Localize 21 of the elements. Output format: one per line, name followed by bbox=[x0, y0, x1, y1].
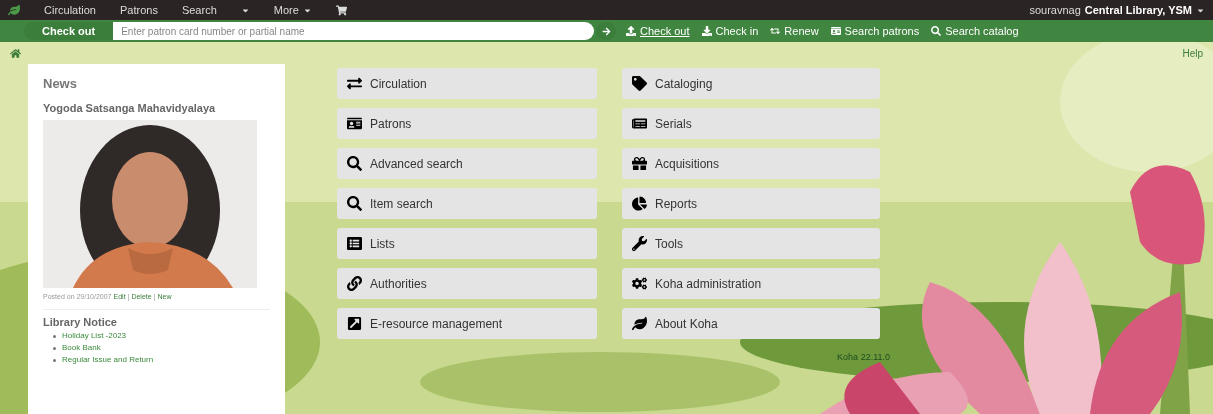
arrow-right-icon bbox=[601, 26, 611, 36]
toolbar-link[interactable]: Check out bbox=[626, 22, 690, 40]
toolbar-link[interactable]: Search catalog bbox=[931, 22, 1019, 40]
patron-search-field[interactable]: Enter patron card number or partial name bbox=[113, 22, 594, 40]
nav-menu[interactable]: Circulation bbox=[44, 1, 96, 19]
id-card-icon bbox=[830, 26, 841, 36]
toolbar-link[interactable]: Check in bbox=[701, 22, 759, 40]
logo-icon[interactable] bbox=[8, 4, 20, 16]
checkout-tab[interactable]: Check out bbox=[24, 22, 114, 40]
nav-menu[interactable]: Patrons bbox=[119, 1, 158, 19]
nav-menu[interactable]: Search bbox=[181, 1, 217, 19]
toolbar-link[interactable]: Renew bbox=[770, 22, 819, 40]
search-icon bbox=[931, 26, 942, 36]
toolbar-link[interactable]: Search patrons bbox=[830, 22, 920, 40]
renew-icon bbox=[770, 26, 781, 36]
cart-icon[interactable] bbox=[335, 4, 347, 16]
download-icon bbox=[701, 26, 712, 36]
submit-button[interactable] bbox=[596, 22, 616, 40]
nav-menu[interactable]: More bbox=[273, 1, 312, 19]
user-menu[interactable]: souravnag Central Library, YSM bbox=[1029, 1, 1205, 19]
upload-icon bbox=[626, 26, 636, 36]
